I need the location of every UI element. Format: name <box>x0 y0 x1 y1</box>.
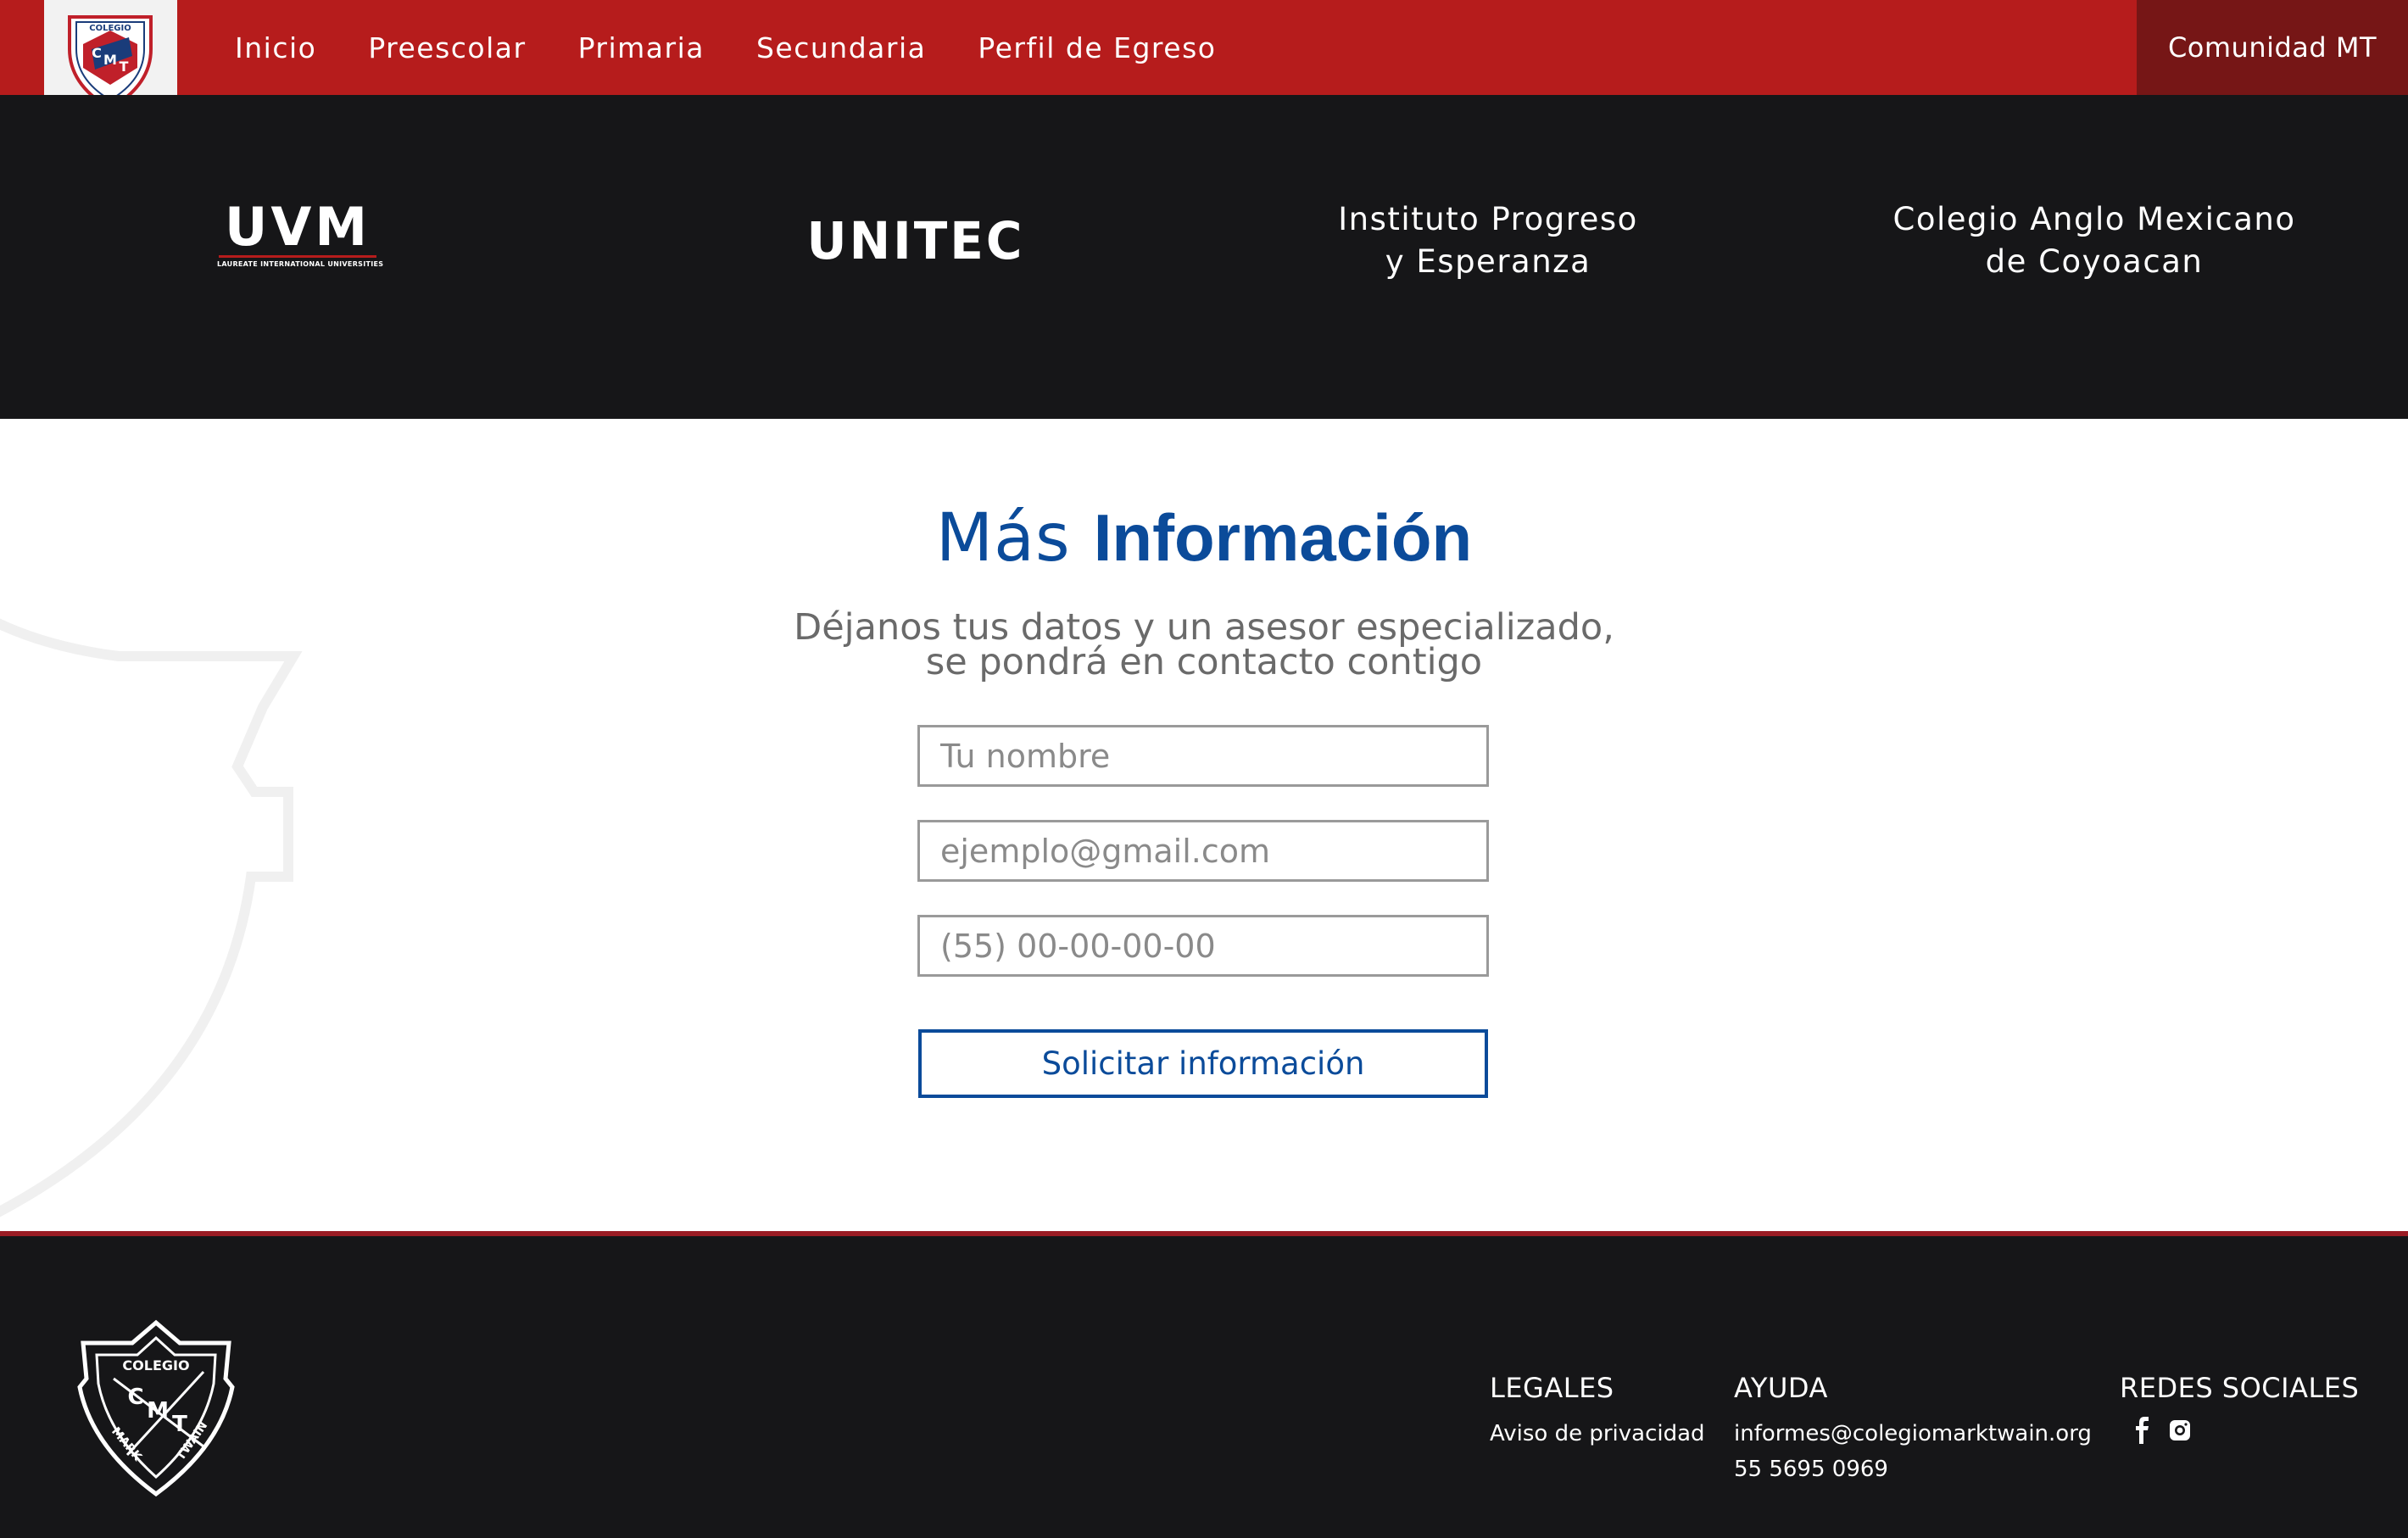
site-footer: COLEGIO C M T MARK TWAIN LEGALES Aviso d… <box>0 1231 2408 1538</box>
svg-text:COLEGIO: COLEGIO <box>89 24 131 33</box>
partner-name-line2: de Coyoacan <box>1985 243 2204 280</box>
nav-item-inicio[interactable]: Inicio <box>235 31 316 64</box>
footer-legal-title: LEGALES <box>1490 1372 1614 1404</box>
partner-colegio-anglo-mexicano: Colegio Anglo Mexicano de Coyoacan <box>1857 198 2332 283</box>
phone-field[interactable] <box>917 915 1489 977</box>
main-menu: Inicio Preescolar Primaria Secundaria Pe… <box>235 0 1216 95</box>
facebook-icon[interactable] <box>2130 1416 2155 1445</box>
form-subtitle-line1: Déjanos tus datos y un asesor especializ… <box>794 606 1614 649</box>
partner-name-line2: y Esperanza <box>1385 243 1591 280</box>
community-button[interactable]: Comunidad MT <box>2137 0 2408 95</box>
svg-text:T: T <box>120 59 129 75</box>
partner-name-line1: Instituto Progreso <box>1338 201 1638 237</box>
svg-text:M: M <box>103 52 117 68</box>
community-label: Comunidad MT <box>2167 31 2377 64</box>
nav-item-preescolar[interactable]: Preescolar <box>368 31 526 64</box>
partner-name-line1: Colegio Anglo Mexicano <box>1892 201 2296 237</box>
uvm-wordmark: UVM <box>224 196 371 258</box>
top-navigation: COLEGIO C M T Inicio Preescolar Primaria… <box>0 0 2408 158</box>
privacy-link[interactable]: Aviso de privacidad <box>1490 1416 1705 1452</box>
footer-legal-column: LEGALES Aviso de privacidad <box>1490 1372 1705 1452</box>
partners-band: UVM LAUREATE INTERNATIONAL UNIVERSITIES … <box>0 95 2408 419</box>
uvm-tagline: LAUREATE INTERNATIONAL UNIVERSITIES <box>217 260 384 268</box>
contact-form-section: Más Información Déjanos tus datos y un a… <box>0 419 2408 1231</box>
nav-item-secundaria[interactable]: Secundaria <box>756 31 926 64</box>
unitec-logo: UNITEC <box>806 210 1025 271</box>
svg-text:M: M <box>147 1398 169 1424</box>
svg-text:C: C <box>92 45 102 61</box>
form-title-light: Más <box>935 500 1071 577</box>
footer-social-column: REDES SOCIALES <box>2120 1372 2359 1445</box>
uvm-logo: UVM LAUREATE INTERNATIONAL UNIVERSITIES <box>217 196 384 269</box>
contact-email-link[interactable]: informes@colegiomarktwain.org <box>1734 1416 2092 1452</box>
partner-instituto-progreso: Instituto Progreso y Esperanza <box>1297 198 1679 283</box>
request-info-button[interactable]: Solicitar información <box>918 1029 1488 1098</box>
svg-text:T: T <box>172 1412 187 1437</box>
footer-help-title: AYUDA <box>1734 1372 1828 1404</box>
form-title-bold: Información <box>1093 500 1473 575</box>
footer-social-title: REDES SOCIALES <box>2120 1372 2360 1404</box>
contact-phone[interactable]: 55 5695 0969 <box>1734 1452 2092 1487</box>
svg-text:C: C <box>127 1385 143 1410</box>
form-subtitle: Déjanos tus datos y un asesor especializ… <box>0 606 2408 683</box>
footer-school-logo[interactable]: COLEGIO C M T MARK TWAIN <box>76 1319 236 1497</box>
form-subtitle-line2: se pondrá en contacto contigo <box>925 641 1483 683</box>
nav-item-primaria[interactable]: Primaria <box>578 31 705 64</box>
form-title: Más Información <box>0 499 2408 577</box>
instagram-icon[interactable] <box>2167 1416 2193 1445</box>
footer-help-column: AYUDA informes@colegiomarktwain.org 55 5… <box>1734 1372 2092 1487</box>
svg-text:COLEGIO: COLEGIO <box>122 1357 189 1374</box>
name-field[interactable] <box>917 725 1489 787</box>
social-icons <box>2130 1416 2359 1445</box>
email-field[interactable] <box>917 820 1489 882</box>
nav-item-perfil-de-egreso[interactable]: Perfil de Egreso <box>978 31 1216 64</box>
